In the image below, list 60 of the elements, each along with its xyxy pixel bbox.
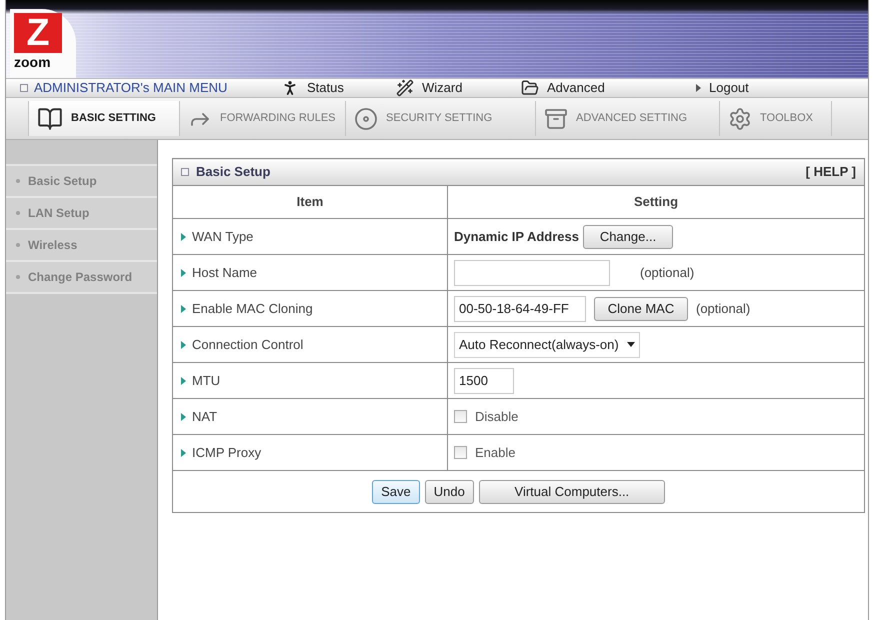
logo-mark: Z bbox=[14, 13, 62, 53]
select-dropdown[interactable]: Auto Reconnect(always-on) bbox=[454, 332, 640, 358]
bullet-icon bbox=[181, 412, 186, 420]
item-label: Host Name bbox=[192, 264, 258, 282]
input-field[interactable]: 1500 bbox=[454, 368, 514, 394]
tab[interactable]: TOOLBOX bbox=[720, 101, 832, 136]
tab[interactable]: BASIC SETTING bbox=[28, 101, 180, 136]
bullet-icon bbox=[181, 304, 186, 312]
checkbox-label: Disable bbox=[475, 408, 518, 426]
dot-icon bbox=[16, 275, 20, 279]
item-label: NAT bbox=[192, 408, 218, 426]
checkbox[interactable] bbox=[454, 446, 467, 459]
item-label: Enable MAC Cloning bbox=[192, 300, 313, 318]
bullet-icon bbox=[181, 268, 186, 276]
main-menu-title: ADMINISTRATOR's MAIN MENU bbox=[34, 79, 228, 98]
menu-link[interactable]: Wizard bbox=[396, 78, 462, 98]
bullet-icon bbox=[181, 232, 186, 240]
item-label: WAN Type bbox=[192, 228, 254, 246]
wand-icon bbox=[396, 79, 414, 97]
square-icon bbox=[20, 84, 28, 92]
input-field[interactable]: 00-50-18-64-49-FF bbox=[454, 296, 586, 322]
menu-link[interactable]: Status bbox=[281, 78, 344, 98]
dot-icon bbox=[16, 243, 20, 247]
caret-down-icon bbox=[626, 342, 635, 347]
form-button[interactable]: Save bbox=[372, 480, 420, 504]
column-header: Item bbox=[172, 186, 448, 218]
bullet-icon bbox=[181, 340, 186, 348]
item-label: MTU bbox=[192, 372, 220, 390]
setting-value: Dynamic IP Address bbox=[454, 228, 579, 246]
item-label: Connection Control bbox=[192, 336, 304, 354]
disc-icon bbox=[354, 106, 378, 130]
help-link[interactable]: [ HELP ] bbox=[806, 162, 856, 182]
form-button[interactable]: Undo bbox=[424, 480, 474, 504]
menu-link[interactable]: Advanced bbox=[521, 78, 605, 98]
dot-icon bbox=[16, 179, 20, 183]
tab[interactable]: FORWARDING RULES bbox=[180, 101, 346, 136]
panel-title: Basic Setup bbox=[196, 163, 270, 182]
caret-icon bbox=[696, 84, 701, 92]
bullet-icon bbox=[181, 376, 186, 384]
checkbox-label: Enable bbox=[475, 444, 516, 462]
tab[interactable]: SECURITY SETTING bbox=[346, 101, 536, 136]
archive-icon bbox=[544, 106, 568, 130]
item-label: ICMP Proxy bbox=[192, 444, 262, 462]
column-header: Setting bbox=[448, 186, 864, 218]
change-button[interactable]: Change... bbox=[583, 224, 673, 248]
bullet-icon bbox=[181, 448, 186, 456]
input-field[interactable] bbox=[454, 260, 610, 286]
tab[interactable]: ADVANCED SETTING bbox=[536, 101, 720, 136]
checkbox[interactable] bbox=[454, 410, 467, 423]
clone-mac-button[interactable]: Clone MAC bbox=[594, 296, 688, 320]
optional-note: (optional) bbox=[640, 264, 694, 282]
gear-icon bbox=[728, 106, 752, 130]
logo-wordmark: zoom bbox=[14, 53, 51, 71]
folder-icon bbox=[521, 79, 539, 97]
book-icon bbox=[37, 106, 63, 132]
virtual-computers-button[interactable]: Virtual Computers... bbox=[478, 480, 665, 504]
menu-link[interactable]: Logout bbox=[696, 78, 749, 98]
optional-note: (optional) bbox=[696, 300, 750, 318]
square-icon bbox=[181, 168, 189, 176]
dot-icon bbox=[16, 211, 20, 215]
